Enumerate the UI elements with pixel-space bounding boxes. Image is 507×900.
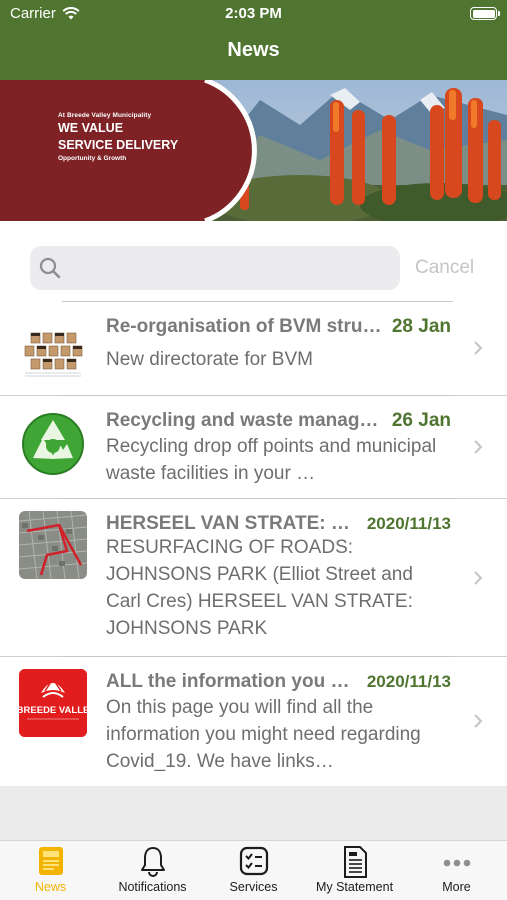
news-item-recycling[interactable]: Recycling and waste management 26 Jan Re… — [0, 394, 507, 498]
tab-services[interactable]: Services — [204, 841, 303, 900]
list-footer-area — [0, 786, 507, 840]
tab-bar: News Notifications Services My Statement — [0, 840, 507, 900]
news-item-date: 28 Jan — [391, 316, 451, 337]
checklist-icon — [239, 846, 268, 876]
divider — [62, 300, 453, 302]
chevron-right-icon — [474, 714, 483, 728]
news-icon — [38, 847, 63, 875]
news-item-title: HERSEEL VAN STRATE: JOHNSONS PARK — [106, 513, 359, 534]
news-item-reorganisation[interactable]: Re-organisation of BVM structure 28 Jan … — [0, 300, 507, 395]
tab-label: My Statement — [315, 880, 394, 894]
news-item-title: ALL the information you need — [106, 671, 359, 692]
tab-more[interactable]: More — [406, 841, 507, 900]
faces-grid-icon — [19, 315, 87, 383]
recycle-icon — [19, 410, 87, 478]
search-input[interactable] — [30, 246, 400, 290]
news-item-summary: On this page you will find all the infor… — [106, 697, 421, 772]
news-item-date: 26 Jan — [391, 410, 451, 431]
status-time: 2:03 PM — [225, 5, 282, 22]
news-item-date: 2020/11/13 — [366, 514, 451, 533]
chevron-right-icon — [474, 440, 483, 454]
chevron-right-icon — [474, 341, 483, 355]
logo-text: BREEDE VALLE — [19, 705, 87, 716]
battery-icon — [470, 7, 500, 20]
search-bar: Cancel — [0, 221, 507, 303]
banner-text: At Breede Valley Municipality WE VALUE S… — [58, 112, 178, 162]
banner-line4: Opportunity & Growth — [58, 155, 127, 162]
tab-label: Notifications — [118, 880, 187, 894]
cancel-button[interactable]: Cancel — [415, 257, 474, 279]
news-item-date: 2020/11/13 — [366, 672, 451, 691]
news-item-covid-info[interactable]: BREEDE VALLE ALL the information you nee… — [0, 655, 507, 784]
news-item-summary: Recycling drop off points and municipal … — [106, 436, 437, 484]
statement-icon — [343, 846, 367, 878]
tab-news[interactable]: News — [0, 841, 101, 900]
municipality-banner: At Breede Valley Municipality WE VALUE S… — [0, 80, 507, 221]
status-bar: Carrier 2:03 PM — [0, 0, 507, 28]
tab-my-statement[interactable]: My Statement — [303, 841, 406, 900]
road-map-icon — [19, 511, 87, 579]
tab-label: News — [34, 880, 67, 894]
ellipsis-icon — [443, 859, 470, 867]
breede-valley-logo-icon: BREEDE VALLE — [19, 669, 87, 737]
divider — [62, 497, 453, 499]
divider — [62, 655, 453, 657]
news-item-herseel[interactable]: HERSEEL VAN STRATE: JOHNSONS PARK 2020/1… — [0, 497, 507, 656]
tab-notifications[interactable]: Notifications — [101, 841, 204, 900]
page-title: News — [227, 39, 280, 61]
banner-line3: SERVICE DELIVERY — [58, 138, 179, 152]
banner-line1: At Breede Valley Municipality — [58, 112, 152, 119]
news-item-title: Re-organisation of BVM structure — [106, 316, 384, 337]
tab-label: More — [442, 880, 471, 894]
chevron-right-icon — [474, 571, 483, 585]
bell-icon — [140, 847, 165, 877]
navigation-bar: Carrier 2:03 PM News — [0, 0, 507, 80]
tab-label: Services — [229, 880, 278, 894]
news-item-title: Recycling and waste management — [106, 410, 384, 431]
divider — [62, 394, 453, 396]
banner-line2: WE VALUE — [58, 121, 124, 135]
search-icon — [39, 257, 61, 279]
news-item-summary: RESURFACING OF ROADS: JOHNSONS PARK (Ell… — [106, 537, 413, 639]
news-list: Re-organisation of BVM structure 28 Jan … — [0, 300, 507, 784]
news-item-summary: New directorate for BVM — [106, 349, 313, 370]
